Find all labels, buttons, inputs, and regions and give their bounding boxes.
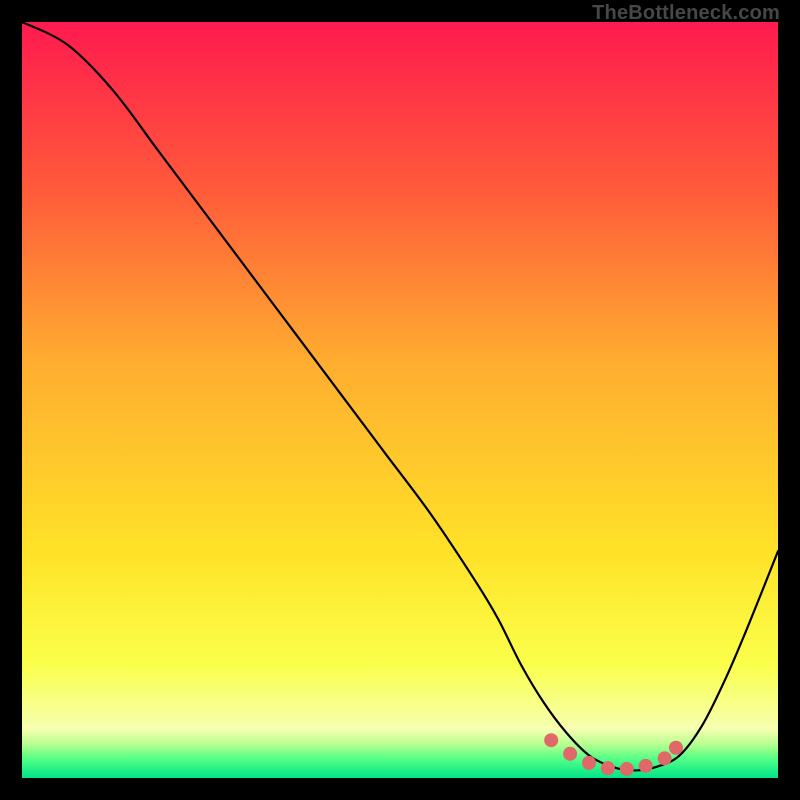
sweet-spot-dot	[583, 756, 596, 769]
sweet-spot-dot	[545, 734, 558, 747]
sweet-spot-dot	[601, 762, 614, 775]
sweet-spot-dot	[639, 759, 652, 772]
chart-frame: TheBottleneck.com	[0, 0, 800, 800]
sweet-spot-dot	[564, 747, 577, 760]
sweet-spot-dots	[22, 22, 778, 778]
plot-area	[22, 22, 778, 778]
sweet-spot-dot	[669, 741, 682, 754]
sweet-spot-dot	[658, 752, 671, 765]
sweet-spot-dot	[620, 762, 633, 775]
